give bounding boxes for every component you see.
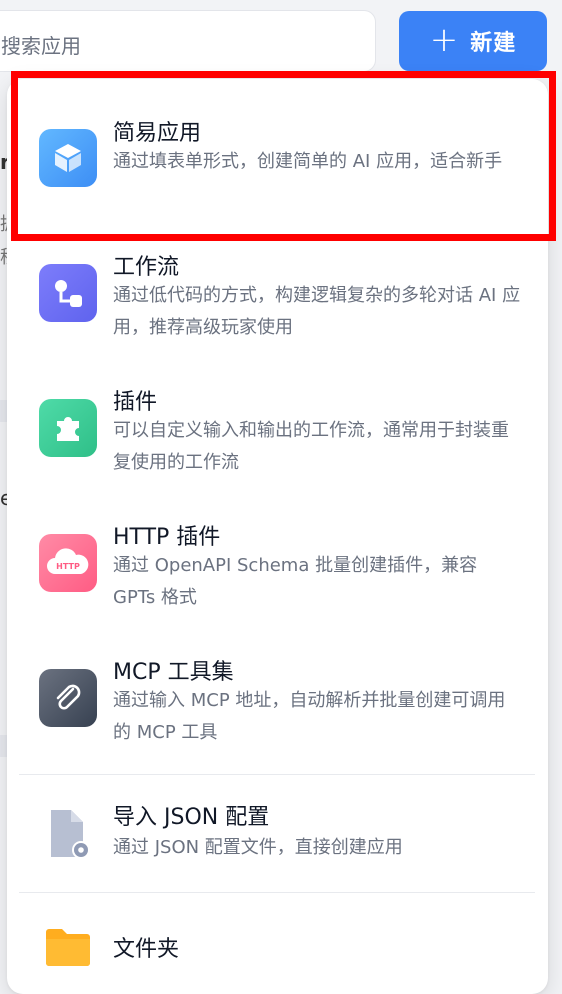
plus-icon: + xyxy=(429,20,459,60)
menu-item-description: 通过 OpenAPI Schema 批量创建插件，兼容 GPTs 格式 xyxy=(113,555,478,608)
paperclip-icon xyxy=(39,669,97,727)
menu-item-title: HTTP 插件 xyxy=(113,525,221,550)
search-placeholder: 搜索应用 xyxy=(1,34,81,58)
menu-item-description: 通过低代码的方式，构建逻辑复杂的多轮对话 AI 应用，推荐高级玩家使用 xyxy=(113,285,521,338)
folder-icon xyxy=(39,918,97,976)
menu-item-import-json[interactable]: 导入 JSON 配置 通过 JSON 配置文件，直接创建应用 xyxy=(7,775,548,892)
menu-item-title: 插件 xyxy=(113,390,158,415)
menu-item-title: 简易应用 xyxy=(113,121,202,146)
menu-item-title: 工作流 xyxy=(113,255,180,280)
menu-item-description: 通过 JSON 配置文件，直接创建应用 xyxy=(113,837,403,858)
menu-item-folder[interactable]: 文件夹 xyxy=(7,893,548,993)
menu-item-plugin[interactable]: 插件 可以自定义输入和输出的工作流，通常用于封装重复使用的工作流 xyxy=(7,374,548,509)
http-badge-text: HTTP xyxy=(56,562,80,571)
new-button[interactable]: + 新建 xyxy=(399,11,547,71)
json-file-gear-icon xyxy=(39,805,97,863)
menu-item-title: 导入 JSON 配置 xyxy=(113,805,270,830)
search-input[interactable]: 搜索应用 xyxy=(0,10,376,72)
menu-item-title: 文件夹 xyxy=(113,937,180,962)
http-cloud-icon: HTTP xyxy=(39,534,97,592)
menu-item-title: MCP 工具集 xyxy=(113,660,234,685)
menu-item-description: 通过输入 MCP 地址，自动解析并批量创建可调用的 MCP 工具 xyxy=(113,690,506,743)
menu-item-workflow[interactable]: 工作流 通过低代码的方式，构建逻辑复杂的多轮对话 AI 应用，推荐高级玩家使用 xyxy=(7,239,548,374)
puzzle-icon xyxy=(39,399,97,457)
menu-item-simple-app[interactable]: 简易应用 通过填表单形式，创建简单的 AI 应用，适合新手 xyxy=(7,79,548,239)
menu-item-mcp-toolset[interactable]: MCP 工具集 通过输入 MCP 地址，自动解析并批量创建可调用的 MCP 工具 xyxy=(7,644,548,774)
cube-icon xyxy=(39,129,97,187)
workflow-icon xyxy=(39,264,97,322)
menu-item-description: 通过填表单形式，创建简单的 AI 应用，适合新手 xyxy=(113,151,503,172)
new-button-label: 新建 xyxy=(470,31,517,56)
menu-item-description: 可以自定义输入和输出的工作流，通常用于封装重复使用的工作流 xyxy=(113,420,509,473)
menu-item-http-plugin[interactable]: HTTP HTTP 插件 通过 OpenAPI Schema 批量创建插件，兼容… xyxy=(7,509,548,644)
new-app-menu: 简易应用 通过填表单形式，创建简单的 AI 应用，适合新手 工作流 通过低代码的… xyxy=(7,79,548,994)
